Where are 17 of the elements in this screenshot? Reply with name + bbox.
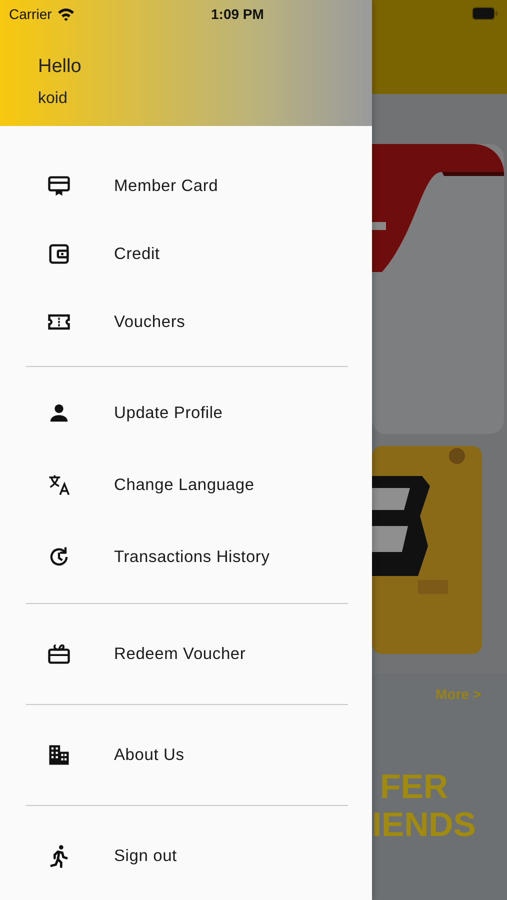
wifi-icon (56, 7, 75, 21)
menu-item[interactable]: About Us (0, 715, 372, 795)
user-name: koid (38, 90, 68, 108)
carrier-label: Carrier (9, 6, 52, 22)
menu-item[interactable]: Change Language (0, 449, 372, 521)
menu-item[interactable]: Vouchers (0, 288, 372, 356)
menu-item[interactable]: Redeem Voucher (0, 614, 372, 694)
battery-icon (472, 7, 498, 20)
menu-item[interactable]: Member Card (0, 152, 372, 220)
menu-item[interactable]: Credit (0, 220, 372, 288)
menu-item[interactable]: Update Profile (0, 377, 372, 449)
greeting-text: Hello (38, 56, 82, 78)
menu-item[interactable]: Sign out (0, 816, 372, 896)
status-time: 1:09 PM (211, 6, 264, 22)
banner-text: FER (380, 768, 449, 806)
banner-text: IENDS (372, 806, 477, 844)
menu-item[interactable]: Transactions History (0, 521, 372, 593)
